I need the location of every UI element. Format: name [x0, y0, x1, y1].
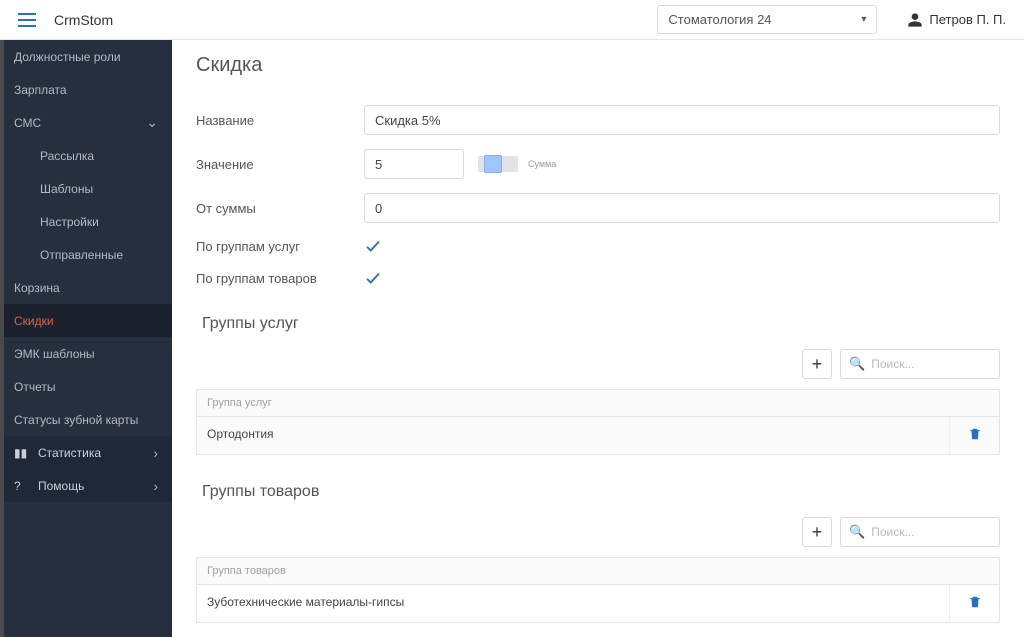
plus-icon: + [812, 354, 823, 375]
sidebar-item-reports[interactable]: Отчеты [0, 370, 172, 403]
add-goods-group-button[interactable]: + [802, 517, 832, 547]
value-type-toggle[interactable] [478, 156, 518, 172]
user-icon [907, 12, 923, 28]
sidebar-item-label: Шаблоны [40, 182, 93, 196]
service-search[interactable]: 🔍 [840, 349, 1000, 379]
chevron-right-icon: › [153, 445, 158, 461]
service-col-header: Группа услуг [197, 390, 949, 416]
current-user[interactable]: Петров П. П. [907, 12, 1006, 28]
label-value: Значение [196, 157, 364, 172]
value-input[interactable] [364, 149, 464, 179]
main-content: Скидка Название Значение Сумма От суммы … [172, 40, 1024, 637]
service-col-actions [949, 390, 999, 416]
search-icon: 🔍 [849, 356, 865, 372]
goods-search-input[interactable] [871, 525, 991, 539]
organization-name: Стоматология 24 [668, 12, 771, 27]
search-icon: 🔍 [849, 524, 865, 540]
trash-icon [968, 427, 982, 441]
by-goods-groups-checkbox[interactable] [364, 269, 382, 287]
by-service-groups-checkbox[interactable] [364, 237, 382, 255]
from-sum-input[interactable] [364, 193, 1000, 223]
label-by-service-groups: По группам услуг [196, 239, 364, 254]
delete-row-button[interactable] [968, 595, 982, 612]
sidebar-item-label: Статусы зубной карты [14, 413, 138, 427]
chart-icon: ▮▮ [14, 446, 28, 460]
sidebar-item-label: Отчеты [14, 380, 55, 394]
chevron-right-icon: › [153, 478, 158, 494]
goods-name-cell: Зуботехнические материалы-гипсы [197, 585, 949, 622]
menu-toggle-icon[interactable] [18, 13, 36, 27]
add-service-group-button[interactable]: + [802, 349, 832, 379]
sidebar-scroll-track[interactable] [0, 40, 4, 637]
organization-select[interactable]: Стоматология 24 ▾ [657, 5, 877, 34]
plus-icon: + [812, 522, 823, 543]
service-name-cell: Ортодонтия [197, 417, 949, 454]
label-name: Название [196, 113, 364, 128]
sidebar-item-tooth-statuses[interactable]: Статусы зубной карты [0, 403, 172, 436]
goods-col-actions [949, 558, 999, 584]
service-groups-grid: Группа услуг Ортодонтия [196, 389, 1000, 455]
sidebar-cat-help[interactable]: ? Помощь › [0, 469, 172, 502]
toggle-label: Сумма [528, 159, 556, 169]
sidebar-item-label: Рассылка [40, 149, 94, 163]
service-search-input[interactable] [871, 357, 991, 371]
section-title-services: Группы услуг [202, 315, 1000, 333]
sidebar-item-label: Помощь [38, 479, 84, 493]
sidebar-item-label: Должностные роли [14, 50, 121, 64]
sidebar-item-discounts[interactable]: Скидки [0, 304, 172, 337]
sidebar-cat-stats[interactable]: ▮▮ Статистика › [0, 436, 172, 469]
sidebar-item-sms-send[interactable]: Рассылка [0, 139, 172, 172]
section-title-goods: Группы товаров [202, 483, 1000, 501]
goods-groups-grid: Группа товаров Зуботехнические материалы… [196, 557, 1000, 623]
sidebar-item-trash[interactable]: Корзина [0, 271, 172, 304]
sidebar-item-emk-templates[interactable]: ЭМК шаблоны [0, 337, 172, 370]
sidebar-item-sms-templates[interactable]: Шаблоны [0, 172, 172, 205]
table-row[interactable]: Зуботехнические материалы-гипсы [197, 585, 999, 622]
sidebar-item-label: Отправленные [40, 248, 123, 262]
user-name: Петров П. П. [929, 12, 1006, 27]
check-icon [364, 269, 382, 287]
delete-row-button[interactable] [968, 427, 982, 444]
help-icon: ? [14, 479, 28, 493]
label-by-goods-groups: По группам товаров [196, 271, 364, 286]
app-brand: CrmStom [54, 12, 113, 28]
label-from-sum: От суммы [196, 201, 364, 216]
sidebar-item-roles[interactable]: Должностные роли [0, 40, 172, 73]
sidebar-item-label: Скидки [14, 314, 54, 328]
sidebar-item-sms-settings[interactable]: Настройки [0, 205, 172, 238]
caret-down-icon: ▾ [861, 14, 866, 25]
sidebar: Должностные роли Зарплата СМС ⌄ Рассылка… [0, 40, 172, 637]
goods-col-header: Группа товаров [197, 558, 949, 584]
sidebar-item-label: Зарплата [14, 83, 67, 97]
chevron-down-icon: ⌄ [146, 114, 158, 131]
goods-search[interactable]: 🔍 [840, 517, 1000, 547]
sidebar-item-sms-sent[interactable]: Отправленные [0, 238, 172, 271]
trash-icon [968, 595, 982, 609]
sidebar-item-sms[interactable]: СМС ⌄ [0, 106, 172, 139]
sidebar-item-label: Настройки [40, 215, 99, 229]
page-title: Скидка [196, 54, 1000, 77]
sidebar-item-label: Корзина [14, 281, 60, 295]
check-icon [364, 237, 382, 255]
table-row[interactable]: Ортодонтия [197, 417, 999, 454]
name-input[interactable] [364, 105, 1000, 135]
sidebar-item-label: ЭМК шаблоны [14, 347, 95, 361]
sidebar-item-label: Статистика [38, 446, 101, 460]
app-header: CrmStom Стоматология 24 ▾ Петров П. П. [0, 0, 1024, 40]
sidebar-item-label: СМС [14, 116, 41, 130]
sidebar-item-salary[interactable]: Зарплата [0, 73, 172, 106]
